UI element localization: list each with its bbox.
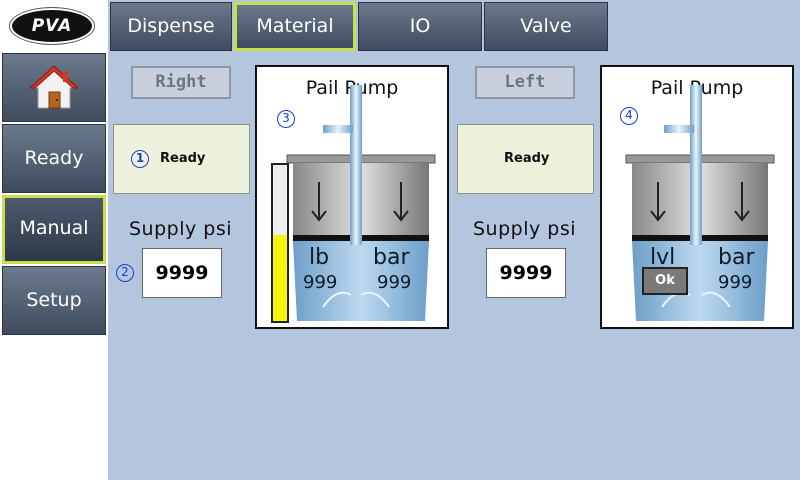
left-status-text: Ready: [504, 151, 550, 166]
sidebar-item-manual[interactable]: Manual: [2, 195, 106, 264]
level-meter-fill: [273, 235, 287, 321]
pump-right-value: 999: [377, 272, 412, 293]
right-status-box[interactable]: 1 Ready: [113, 124, 250, 194]
left-status-box[interactable]: Ready: [457, 124, 594, 194]
tab-io[interactable]: IO: [358, 2, 482, 51]
app-root: PVA Ready Manual Setup Dispense Material: [0, 0, 800, 480]
marker-1: 1: [131, 150, 149, 168]
pail-pump-graphic: [625, 85, 775, 321]
right-pail-pump-panel[interactable]: Pail Pump 3 lb 999 bar 999: [255, 65, 449, 329]
level-meter: [271, 163, 289, 323]
right-supply-value[interactable]: 9999: [142, 248, 222, 298]
sidebar-item-setup[interactable]: Setup: [2, 266, 106, 335]
pump-left-value: 999: [303, 272, 338, 293]
right-supply-label: Supply psi: [129, 218, 233, 240]
left-supply-value[interactable]: 9999: [486, 248, 566, 298]
left-supply-label: Supply psi: [473, 218, 577, 240]
sidebar-item-label: Setup: [26, 289, 82, 311]
pump-left-unit: lb: [309, 245, 330, 270]
tab-valve[interactable]: Valve: [484, 2, 608, 51]
right-side-label: Right: [131, 66, 231, 99]
pump-right-unit: bar: [718, 245, 755, 270]
pump-right-value: 999: [718, 272, 753, 293]
left-side-label: Left: [475, 66, 575, 99]
tab-material[interactable]: Material: [234, 2, 356, 51]
pva-logo: PVA: [10, 8, 94, 44]
sidebar: PVA Ready Manual Setup: [0, 0, 108, 480]
tab-dispense[interactable]: Dispense: [110, 2, 232, 51]
sidebar-item-label: Ready: [24, 147, 84, 169]
right-status-text: Ready: [160, 151, 206, 166]
sidebar-item-ready[interactable]: Ready: [2, 124, 106, 193]
marker-2: 2: [116, 264, 134, 282]
left-pail-pump-panel[interactable]: Pail Pump 4 lvl Ok bar 999: [600, 65, 794, 329]
pump-right-unit: bar: [373, 245, 410, 270]
home-icon: [30, 64, 78, 108]
ok-button[interactable]: Ok: [642, 267, 688, 295]
home-button[interactable]: [2, 53, 106, 122]
sidebar-item-label: Manual: [19, 217, 89, 239]
